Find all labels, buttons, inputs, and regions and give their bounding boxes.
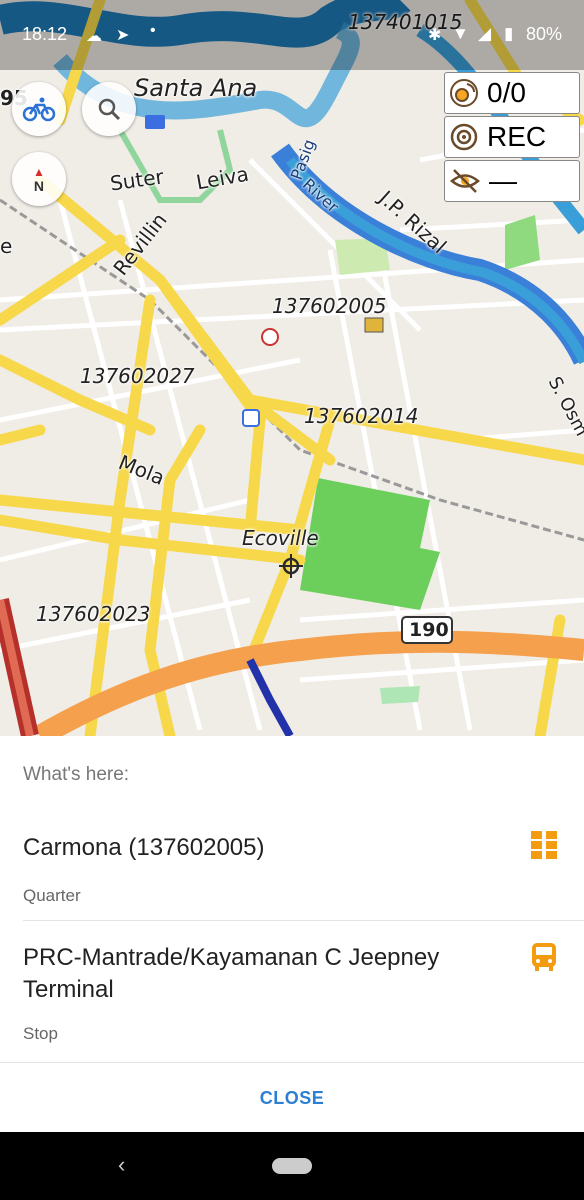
poi-marker[interactable]	[364, 317, 384, 333]
visibility-value: —	[489, 165, 517, 196]
wifi-icon: ▼	[452, 24, 469, 43]
bicycle-icon	[22, 97, 56, 122]
satellite-icon	[450, 79, 478, 107]
record-icon	[450, 123, 478, 151]
search-button[interactable]	[82, 82, 136, 136]
visibility-widget[interactable]: —	[444, 160, 580, 202]
road-shield-label: 190	[409, 619, 449, 641]
item-type: Stop	[23, 1024, 58, 1043]
map-label-santa-ana: Santa Ana	[134, 74, 258, 102]
grid-icon	[531, 831, 557, 859]
divider	[23, 920, 584, 921]
status-bar: 18:12 ☁ ➤ • ✱ ▼ ◢ ▮ 80%	[0, 0, 584, 70]
map-label: 137602005	[272, 294, 387, 318]
list-item[interactable]: Carmona (137602005) Quarter	[0, 828, 584, 918]
whats-here-sheet: What's here: Carmona (137602005) Quarter…	[0, 736, 584, 1132]
map-label: 137602023	[36, 602, 151, 626]
clock: 18:12	[22, 24, 68, 44]
bus-stop-marker[interactable]	[242, 409, 260, 427]
battery-level: 80%	[525, 24, 562, 44]
search-icon	[98, 98, 121, 121]
dot-icon: •	[150, 22, 156, 39]
map-label: e	[0, 234, 13, 258]
battery-icon: ▮	[504, 24, 514, 43]
bus-icon	[532, 943, 556, 971]
item-name: Carmona (137602005)	[23, 834, 265, 861]
sheet-title: What's here:	[23, 764, 130, 785]
eye-off-icon	[450, 169, 480, 193]
telegram-icon: ➤	[116, 27, 130, 44]
item-name: PRC-Mantrade/Kayamanan C Jeepney Termina…	[23, 944, 440, 1003]
trip-recording-widget[interactable]: REC	[444, 116, 580, 158]
map-label: 137602027	[80, 364, 195, 388]
bus-stop-marker[interactable]	[261, 328, 279, 346]
compass-icon: ▲ N	[33, 165, 45, 194]
close-button[interactable]: CLOSE	[0, 1088, 584, 1109]
rec-label: REC	[487, 121, 547, 152]
navigation-bar: ‹	[0, 1132, 584, 1200]
signal-icon: ◢	[478, 24, 492, 43]
bicycle-profile-button[interactable]	[12, 82, 66, 136]
cloud-icon: ☁	[86, 28, 102, 45]
map-view[interactable]: 137401015 95 Santa Ana Suter Leiva Revil…	[0, 0, 584, 736]
divider	[0, 1062, 584, 1063]
parking-marker[interactable]	[145, 115, 165, 129]
gps-count: 0/0	[487, 77, 526, 108]
home-pill[interactable]	[272, 1158, 312, 1174]
map-label: 137602014	[304, 404, 419, 428]
gps-widget[interactable]: 0/0	[444, 72, 580, 114]
list-item[interactable]: PRC-Mantrade/Kayamanan C Jeepney Termina…	[0, 942, 584, 1062]
bluetooth-icon: ✱	[428, 27, 442, 44]
item-type: Quarter	[23, 886, 81, 905]
map-label-ecoville: Ecoville	[242, 526, 319, 550]
compass-button[interactable]: ▲ N	[12, 152, 66, 206]
back-icon[interactable]: ‹	[118, 1152, 125, 1178]
